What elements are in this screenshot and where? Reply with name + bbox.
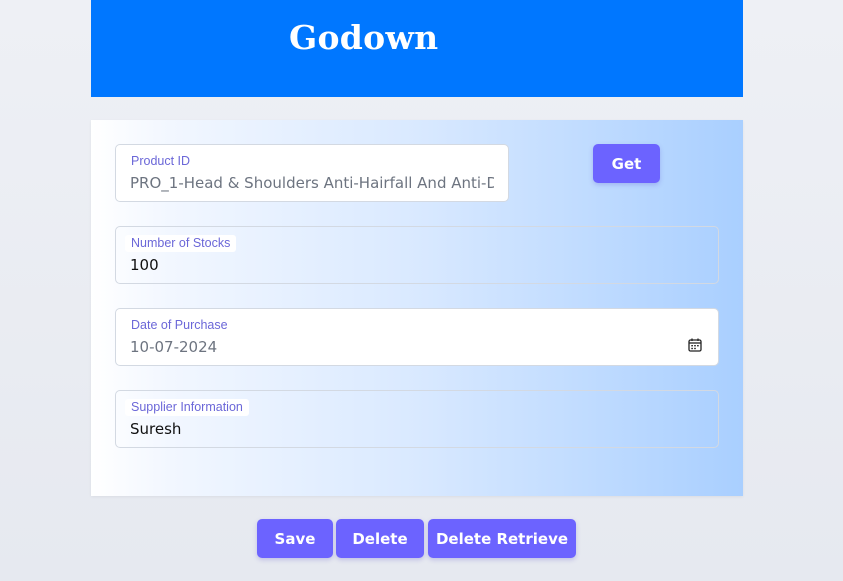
- stocks-label: Number of Stocks: [125, 235, 237, 252]
- supplier-field[interactable]: Supplier Information Suresh: [115, 390, 719, 448]
- product-id-field[interactable]: Product ID PRO_1-Head & Shoulders Anti-H…: [115, 144, 509, 202]
- page-title: Godown: [289, 18, 439, 57]
- delete-retrieve-button[interactable]: Delete Retrieve: [428, 519, 576, 558]
- supplier-input[interactable]: Suresh: [130, 419, 704, 439]
- supplier-label: Supplier Information: [125, 399, 249, 416]
- godown-form-card: Product ID PRO_1-Head & Shoulders Anti-H…: [91, 120, 743, 496]
- calendar-icon[interactable]: [688, 338, 702, 352]
- product-id-select[interactable]: PRO_1-Head & Shoulders Anti-Hairfall And…: [130, 173, 494, 193]
- page-header: Godown: [91, 0, 743, 97]
- get-button[interactable]: Get: [593, 144, 660, 183]
- stocks-field[interactable]: Number of Stocks 100: [115, 226, 719, 284]
- purchase-date-label: Date of Purchase: [125, 317, 234, 334]
- stocks-input[interactable]: 100: [130, 255, 704, 275]
- purchase-date-field[interactable]: Date of Purchase 10-07-2024: [115, 308, 719, 366]
- save-button[interactable]: Save: [257, 519, 333, 558]
- purchase-date-input[interactable]: 10-07-2024: [130, 337, 704, 357]
- delete-button[interactable]: Delete: [336, 519, 424, 558]
- product-id-label: Product ID: [125, 153, 197, 170]
